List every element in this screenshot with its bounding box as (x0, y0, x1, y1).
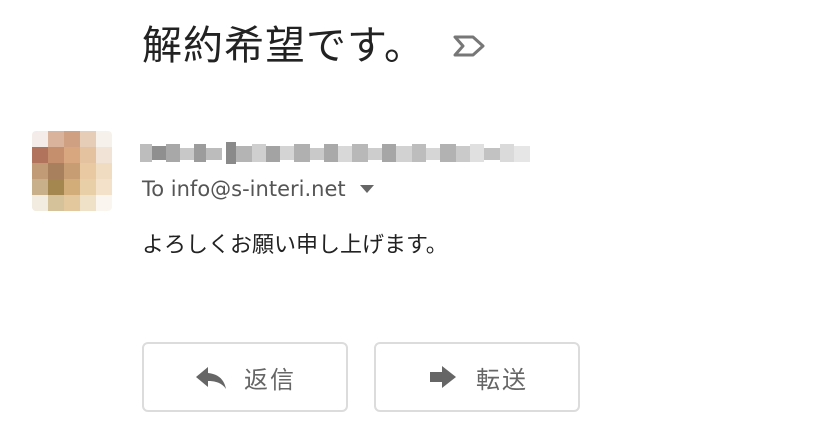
sender-avatar (32, 131, 112, 211)
recipient-line: To info@s-interi.net (142, 177, 346, 201)
reply-button[interactable]: 返信 (142, 342, 348, 412)
important-marker-icon[interactable] (453, 34, 487, 58)
caret-down-icon[interactable] (359, 185, 374, 193)
reply-icon (196, 367, 226, 389)
forward-button[interactable]: 転送 (374, 342, 580, 412)
sender-name-pixelated (140, 140, 540, 166)
forward-label: 転送 (476, 365, 528, 394)
subject-row: 解約希望です。 (142, 18, 487, 74)
email-body: よろしくお願い申し上げます。 (142, 233, 448, 258)
recipient-details-toggle[interactable]: To info@s-interi.net (142, 177, 374, 201)
email-subject: 解約希望です。 (142, 23, 425, 69)
reply-label: 返信 (244, 365, 296, 394)
pixelated-sender-text (140, 142, 530, 164)
forward-icon (430, 366, 456, 388)
